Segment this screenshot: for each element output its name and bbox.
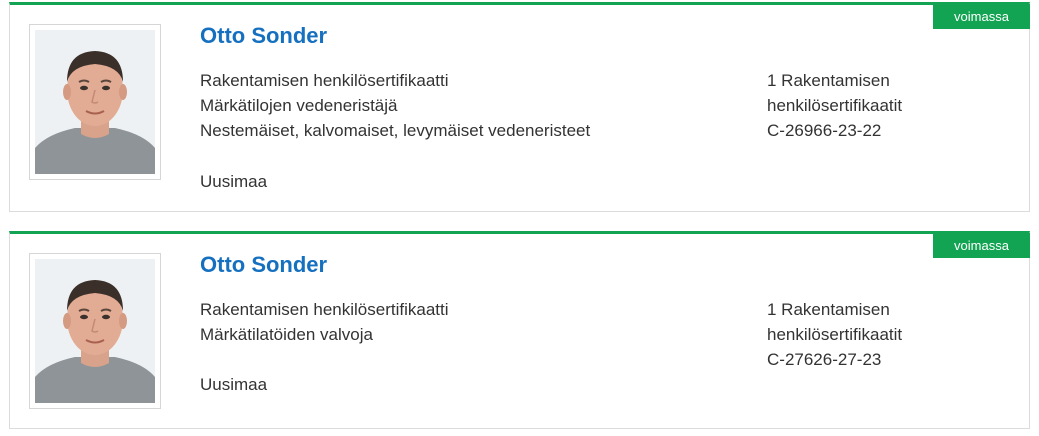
- certificate-line: henkilösertifikaatit: [767, 325, 903, 344]
- qualification-text: Rakentamisen henkilösertifikaatti Märkät…: [200, 68, 590, 143]
- status-badge: voimassa: [933, 233, 1030, 258]
- certificate-number: C-26966-23-22: [767, 121, 882, 140]
- certificate-line: 1 Rakentamisen: [767, 300, 890, 319]
- result-card: voimassa Otto Sonder Rakentamisen henkil…: [9, 2, 1030, 212]
- qualification-text: Rakentamisen henkilösertifikaatti Märkät…: [200, 297, 449, 347]
- region-text: Uusimaa: [200, 172, 268, 191]
- certificate-line: henkilösertifikaatit: [767, 96, 903, 115]
- person-photo: [35, 30, 155, 174]
- certificate-info: 1 Rakentamisen henkilösertifikaatit C-27…: [767, 297, 902, 372]
- profile-photo-frame: [29, 253, 161, 409]
- person-name-link[interactable]: Otto Sonder: [200, 252, 327, 278]
- qualification-line: Märkätilatöiden valvoja: [200, 325, 373, 344]
- qualification-line: Rakentamisen henkilösertifikaatti: [200, 71, 449, 90]
- region-text: Uusimaa: [200, 375, 268, 394]
- certificate-line: 1 Rakentamisen: [767, 71, 890, 90]
- qualification-line: Märkätilojen vedeneristäjä: [200, 96, 398, 115]
- certificate-info: 1 Rakentamisen henkilösertifikaatit C-26…: [767, 68, 902, 143]
- qualification-line: Nestemäiset, kalvomaiset, levymäiset ved…: [200, 121, 591, 140]
- person-name-link[interactable]: Otto Sonder: [200, 23, 327, 49]
- result-card: voimassa Otto Sonder Rakentamisen henkil…: [9, 231, 1030, 429]
- profile-photo-frame: [29, 24, 161, 180]
- certificate-number: C-27626-27-23: [767, 350, 882, 369]
- status-badge: voimassa: [933, 4, 1030, 29]
- qualification-line: Rakentamisen henkilösertifikaatti: [200, 300, 449, 319]
- person-photo: [35, 259, 155, 403]
